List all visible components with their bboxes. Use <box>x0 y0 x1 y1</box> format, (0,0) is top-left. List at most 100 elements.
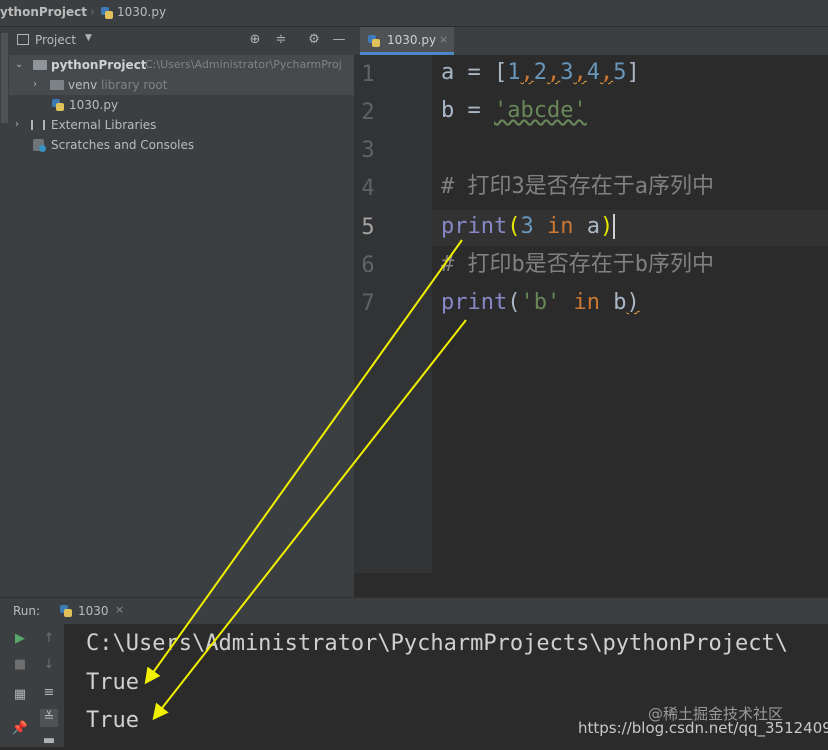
chevron-down-icon[interactable]: ⌄ <box>15 55 23 75</box>
breadcrumb-separator: › <box>90 5 95 19</box>
tree-item-scratches[interactable]: Scratches and Consoles <box>9 135 354 155</box>
python-file-icon <box>101 7 113 19</box>
code-token: = <box>454 60 494 85</box>
code-token: , <box>573 60 587 85</box>
code-token: print <box>441 214 508 239</box>
console-line: C:\Users\Administrator\PycharmProjects\p… <box>86 631 788 656</box>
editor-scroll-area <box>354 573 828 597</box>
code-token: in <box>546 214 574 239</box>
code-token: 'b' <box>520 290 561 315</box>
code-token: 5 <box>613 60 627 85</box>
code-token: 3 <box>520 214 534 239</box>
breadcrumb-project[interactable]: ythonProject <box>0 0 87 25</box>
project-panel-title[interactable]: Project <box>35 33 76 47</box>
code-token: ) <box>626 290 640 315</box>
layout-icon[interactable]: ▦ <box>11 686 29 704</box>
code-token: ( <box>507 290 521 315</box>
python-file-icon <box>368 35 380 47</box>
editor-tab-1030[interactable]: 1030.py × <box>360 27 454 55</box>
run-toolbar: ▶ ↑ ■ ↓ ▦ ≡ 📌 ≚ ▬ <box>0 624 64 750</box>
code-token: ] <box>626 60 640 85</box>
code-token: 1 <box>507 60 521 85</box>
line-number: 1 <box>361 62 375 87</box>
code-line-1[interactable]: a = [1,2,3,4,5] <box>441 58 640 88</box>
code-line-6[interactable]: # 打印b是否存在于b序列中 <box>441 250 714 280</box>
tree-item-label: 1030.py <box>69 98 119 112</box>
line-number: 7 <box>361 291 375 316</box>
code-line-5[interactable]: print(3 in a) <box>441 212 616 242</box>
project-view-icon <box>17 34 29 45</box>
code-token: 'abcde' <box>494 98 587 123</box>
run-panel-header: Run: 1030 × <box>0 597 828 625</box>
run-label: Run: <box>13 604 41 618</box>
code-token: ) <box>599 214 614 239</box>
console-line: True <box>86 708 139 733</box>
tree-item-label: venv <box>68 78 98 92</box>
code-token: a <box>586 214 600 239</box>
breadcrumb-file[interactable]: 1030.py <box>117 0 166 25</box>
tree-item-1030-py[interactable]: 1030.py <box>9 95 354 115</box>
line-number: 2 <box>361 100 375 125</box>
line-number: 3 <box>361 138 375 163</box>
text-cursor <box>613 214 616 239</box>
code-token: b <box>441 98 455 123</box>
arrow-down-icon[interactable]: ↓ <box>40 656 58 674</box>
tree-item-venv[interactable]: › venv library root <box>9 75 354 95</box>
console-line: True <box>86 670 139 695</box>
code-token: [ <box>494 60 508 85</box>
run-tab-label[interactable]: 1030 <box>78 604 109 618</box>
gear-icon[interactable]: ⚙ <box>306 32 322 48</box>
code-token: b <box>613 290 627 315</box>
locate-icon[interactable]: ⊕ <box>247 32 263 48</box>
editor-tab-bar: 1030.py × <box>354 27 828 56</box>
collapse-all-icon[interactable]: ≑ <box>273 32 289 48</box>
tree-item-label: Scratches and Consoles <box>51 138 195 152</box>
library-icon <box>31 120 45 130</box>
folder-icon <box>50 80 64 90</box>
folder-icon <box>33 60 47 70</box>
stop-icon[interactable]: ■ <box>11 656 29 674</box>
line-number: 4 <box>361 176 375 201</box>
python-file-icon <box>52 99 64 111</box>
rerun-icon[interactable]: ▶ <box>11 630 29 648</box>
pin-icon[interactable]: 📌 <box>11 720 29 738</box>
chevron-right-icon[interactable]: › <box>33 75 37 95</box>
scroll-to-end-icon[interactable]: ≚ <box>40 709 58 727</box>
breadcrumb: ythonProject › 1030.py <box>0 0 828 27</box>
arrow-up-icon[interactable]: ↑ <box>40 630 58 648</box>
code-token: = <box>454 98 494 123</box>
watermark-url: https://blog.csdn.net/qq_35124097 <box>578 719 828 737</box>
editor-tab-label: 1030.py <box>387 33 437 47</box>
code-token: , <box>547 60 561 85</box>
code-line-7[interactable]: print('b' in b) <box>441 288 640 318</box>
code-token: , <box>520 60 534 85</box>
code-token: in <box>573 290 600 315</box>
line-number-active: 5 <box>361 215 375 240</box>
close-icon[interactable]: × <box>115 603 124 616</box>
line-number: 6 <box>361 253 375 278</box>
code-token: 3 <box>560 60 574 85</box>
project-panel-header: Project ▼ ⊕ ≑ ⚙ — <box>9 27 354 56</box>
hide-panel-icon[interactable]: — <box>331 32 347 48</box>
soft-wrap-icon[interactable]: ≡ <box>40 684 58 702</box>
tree-item-path: C:\Users\Administrator\PycharmProj <box>145 58 342 71</box>
code-token: a <box>441 60 455 85</box>
code-token: 2 <box>533 60 547 85</box>
tree-item-pythonproject[interactable]: ⌄ pythonProject C:\Users\Administrator\P… <box>9 55 354 75</box>
chevron-down-icon[interactable]: ▼ <box>85 33 92 43</box>
project-panel: Project ▼ ⊕ ≑ ⚙ — ⌄ pythonProject C:\Use… <box>9 27 354 597</box>
tree-item-label: External Libraries <box>51 118 157 132</box>
tree-item-detail: library root <box>101 78 168 92</box>
chevron-right-icon[interactable]: › <box>15 115 19 135</box>
code-token: print <box>441 290 508 315</box>
code-line-2[interactable]: b = 'abcde' <box>441 96 587 126</box>
code-token: 4 <box>586 60 600 85</box>
code-line-4[interactable]: # 打印3是否存在于a序列中 <box>441 172 714 202</box>
close-icon[interactable]: × <box>439 27 448 53</box>
project-tool-tab[interactable] <box>1 33 8 123</box>
tree-item-external-libraries[interactable]: › External Libraries <box>9 115 354 135</box>
python-file-icon <box>60 605 72 617</box>
print-icon[interactable]: ▬ <box>40 732 58 750</box>
code-token: , <box>600 60 614 85</box>
code-token: ( <box>507 214 521 239</box>
